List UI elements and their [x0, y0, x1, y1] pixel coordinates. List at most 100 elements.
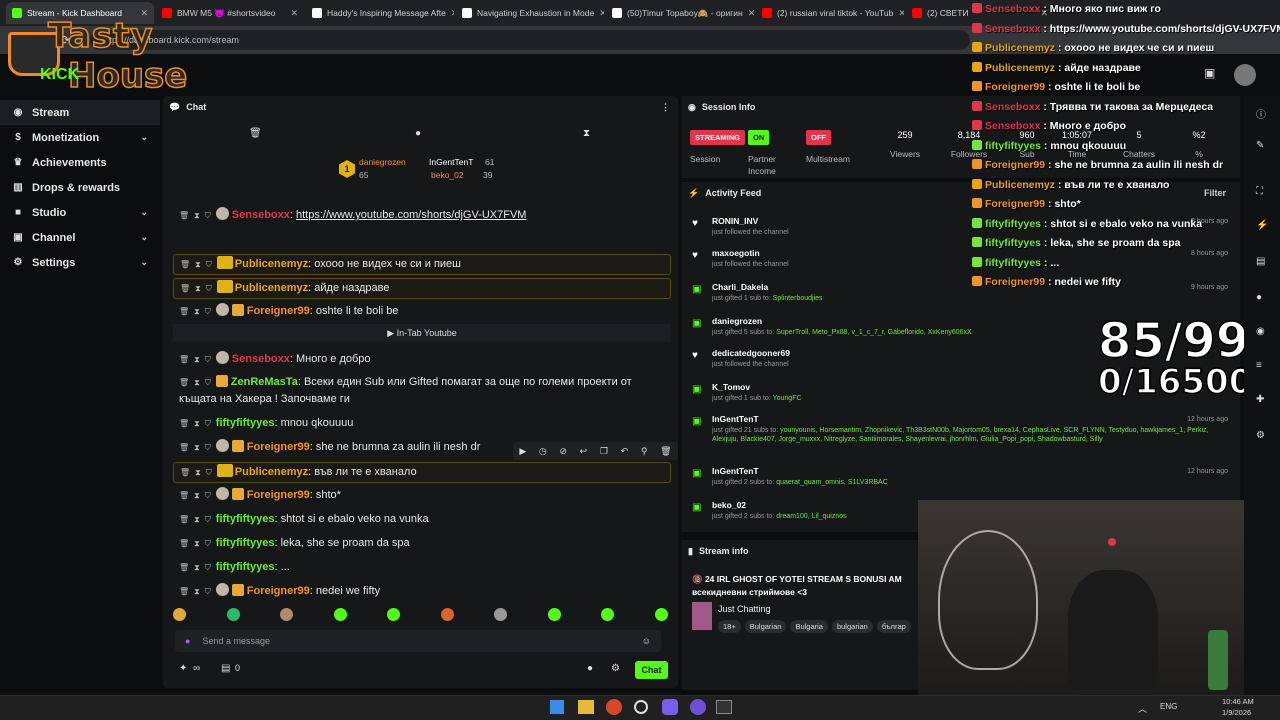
hourglass-icon[interactable]: ⧗ — [194, 535, 200, 553]
chat-username[interactable]: fiftyfiftyyes — [216, 537, 275, 549]
chat-username[interactable]: Foreigner99 — [247, 489, 310, 501]
trash-icon[interactable]: 🗑 — [179, 511, 189, 529]
hourglass-icon[interactable]: ⧗ — [194, 374, 200, 391]
emote-icon[interactable] — [226, 608, 240, 621]
shield-icon[interactable]: ⛉ — [205, 374, 211, 391]
sidebar-item-stream[interactable]: ◉ Stream — [0, 100, 160, 125]
expand-icon[interactable]: ⛶ — [1256, 186, 1263, 197]
stream-tag[interactable]: Bulgarian — [744, 620, 787, 633]
emote-icon[interactable] — [440, 608, 454, 621]
shield-icon[interactable]: ⛉ — [206, 280, 212, 298]
chevron-down-icon[interactable]: ⌄ — [140, 232, 148, 243]
chat-bubble-icon[interactable]: ● — [1256, 292, 1262, 303]
pin-icon[interactable]: ⚲ — [641, 446, 648, 457]
wrench-icon[interactable]: ✚ — [1256, 394, 1264, 405]
chat-username[interactable]: fiftyfiftyyes — [216, 513, 275, 525]
terminal-icon[interactable] — [716, 700, 732, 714]
shield-icon[interactable]: ⛉ — [205, 559, 211, 577]
hourglass-icon[interactable]: ⧗ — [194, 439, 200, 457]
sparkle-icon[interactable]: ✦ — [179, 663, 187, 674]
chat-send-button[interactable]: Chat — [635, 661, 668, 679]
gear-icon[interactable]: ⚙ — [1256, 430, 1265, 441]
twitch-icon[interactable] — [690, 699, 706, 715]
hourglass-icon[interactable]: ⧗ — [194, 415, 200, 433]
mic-icon[interactable]: ● — [185, 636, 190, 646]
chat-username[interactable]: Publicenemyz — [235, 282, 308, 294]
broadcast-icon[interactable]: ◉ — [1256, 326, 1265, 337]
stream-tag[interactable]: bulgarian — [831, 620, 873, 633]
emote-icon[interactable] — [387, 608, 400, 621]
chrome-icon[interactable] — [606, 699, 622, 715]
browser-tab[interactable]: BMW M5 😈 #shortsvideo ✕ — [156, 2, 304, 24]
delete-icon[interactable]: 🗑 — [660, 446, 671, 457]
chat-username[interactable]: fiftyfiftyyes — [216, 417, 275, 429]
shield-icon[interactable]: ⛉ — [205, 415, 211, 433]
tab-close-icon[interactable]: ✕ — [290, 8, 298, 19]
trash-icon[interactable]: 🗑 — [180, 464, 190, 482]
hourglass-icon[interactable]: ⧗ — [194, 303, 200, 321]
clipboard-icon[interactable]: ▤ — [1256, 256, 1265, 267]
tab-close-icon[interactable]: ✕ — [898, 8, 904, 19]
chat-username[interactable]: Foreigner99 — [247, 585, 310, 597]
shield-icon[interactable]: ⛉ — [205, 535, 211, 553]
hourglass-icon[interactable]: ⧗ — [194, 559, 200, 577]
emote-icon[interactable] — [601, 608, 614, 621]
hourglass-icon[interactable]: ⧗ — [195, 464, 201, 482]
browser-tab[interactable]: Navigating Exhaustion in Mode ✕ — [456, 2, 604, 24]
chat-username[interactable]: ZenReMasTa — [231, 376, 298, 388]
shield-icon[interactable]: ⛉ — [205, 511, 211, 529]
shield-icon[interactable]: ⛉ — [205, 439, 211, 457]
chat-settings-bubble-icon[interactable]: ● — [587, 663, 593, 674]
chat-bubble-icon[interactable]: ● — [415, 128, 421, 139]
file-explorer-icon[interactable] — [578, 700, 594, 714]
hourglass-icon[interactable]: ⧗ — [194, 207, 200, 225]
message-input[interactable]: Send a message — [202, 636, 270, 646]
stream-tag[interactable]: българ — [876, 620, 911, 633]
shield-icon[interactable]: ⛉ — [205, 351, 211, 369]
trash-icon[interactable]: 🗑 — [179, 303, 189, 321]
stream-tag[interactable]: 18+ — [718, 620, 741, 633]
chevron-down-icon[interactable]: ⌄ — [140, 207, 148, 218]
browser-tab[interactable]: (50)Timur Topaboy🙈 - оригин ✕ — [606, 2, 754, 24]
tray-chevron-icon[interactable]: ︿ — [1138, 702, 1147, 715]
timer-icon[interactable]: ▤ — [221, 663, 230, 674]
trash-icon[interactable]: 🗑 — [179, 535, 189, 553]
hourglass-icon[interactable]: ⧗ — [195, 280, 201, 298]
app-icon[interactable] — [662, 699, 678, 715]
activity-name[interactable]: InGentTenT — [712, 414, 1228, 424]
clock-icon[interactable]: ◷ — [539, 446, 547, 457]
chat-username[interactable]: Publicenemyz — [235, 466, 308, 478]
emote-icon[interactable] — [280, 608, 293, 621]
pencil-icon[interactable]: ✎ — [1256, 140, 1264, 151]
activity-name[interactable]: InGentTenT — [712, 466, 1228, 476]
avatar[interactable] — [1234, 64, 1256, 86]
chat-username[interactable]: Foreigner99 — [247, 305, 310, 317]
trash-icon[interactable]: 🗑 — [179, 559, 189, 577]
trash-icon[interactable]: 🗑 — [179, 415, 189, 433]
trash-icon[interactable]: 🗑 — [179, 439, 189, 457]
reply-icon[interactable]: ↩ — [580, 446, 588, 457]
shield-icon[interactable]: ⛉ — [205, 207, 211, 225]
shield-icon[interactable]: ⛉ — [206, 464, 212, 482]
hourglass-icon[interactable]: ⧗ — [194, 511, 200, 529]
trash-icon[interactable]: 🗑 — [179, 374, 189, 391]
trash-icon[interactable]: 🗑 — [180, 256, 190, 274]
sidebar-item-settings[interactable]: ⚙ Settings ⌄ — [0, 250, 160, 275]
chat-username[interactable]: Senseboxx — [232, 209, 290, 221]
tab-close-icon[interactable]: ✕ — [748, 8, 754, 19]
trash-icon[interactable]: 🗑 — [180, 280, 190, 298]
stream-category[interactable]: Just Chatting — [718, 604, 771, 614]
shield-icon[interactable]: ⛉ — [205, 303, 211, 321]
emote-icon[interactable] — [547, 608, 561, 621]
chevron-down-icon[interactable]: ⌄ — [140, 257, 148, 268]
trash-icon[interactable]: 🗑 — [179, 351, 189, 369]
hourglass-icon[interactable]: ⧗ — [194, 583, 200, 601]
copy-icon[interactable]: ❐ — [600, 446, 608, 457]
leader-2-name[interactable]: InGentTenT — [429, 157, 473, 167]
chat-username[interactable]: Foreigner99 — [247, 441, 310, 453]
hide-icon[interactable]: ⊘ — [559, 446, 567, 457]
tab-close-icon[interactable]: ✕ — [451, 8, 454, 19]
chat-username[interactable]: Publicenemyz — [235, 258, 308, 270]
chat-username[interactable]: fiftyfiftyyes — [216, 561, 275, 573]
lightning-icon[interactable]: ⚡ — [1256, 220, 1268, 231]
